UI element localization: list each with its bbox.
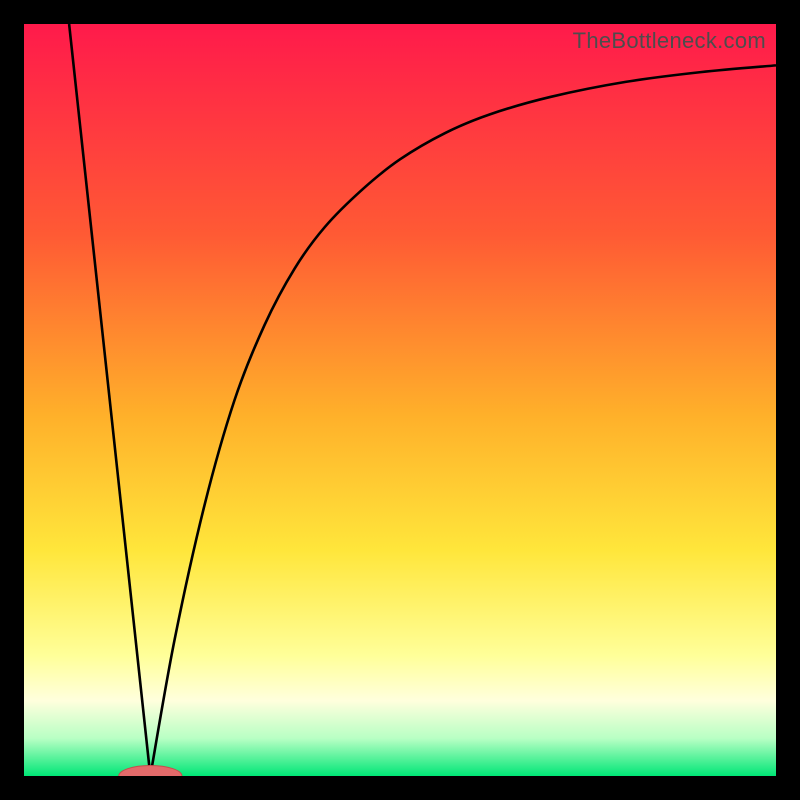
bottleneck-chart — [24, 24, 776, 776]
gradient-background — [24, 24, 776, 776]
chart-frame: TheBottleneck.com — [0, 0, 800, 800]
plot-area: TheBottleneck.com — [24, 24, 776, 776]
watermark-text: TheBottleneck.com — [573, 28, 766, 54]
